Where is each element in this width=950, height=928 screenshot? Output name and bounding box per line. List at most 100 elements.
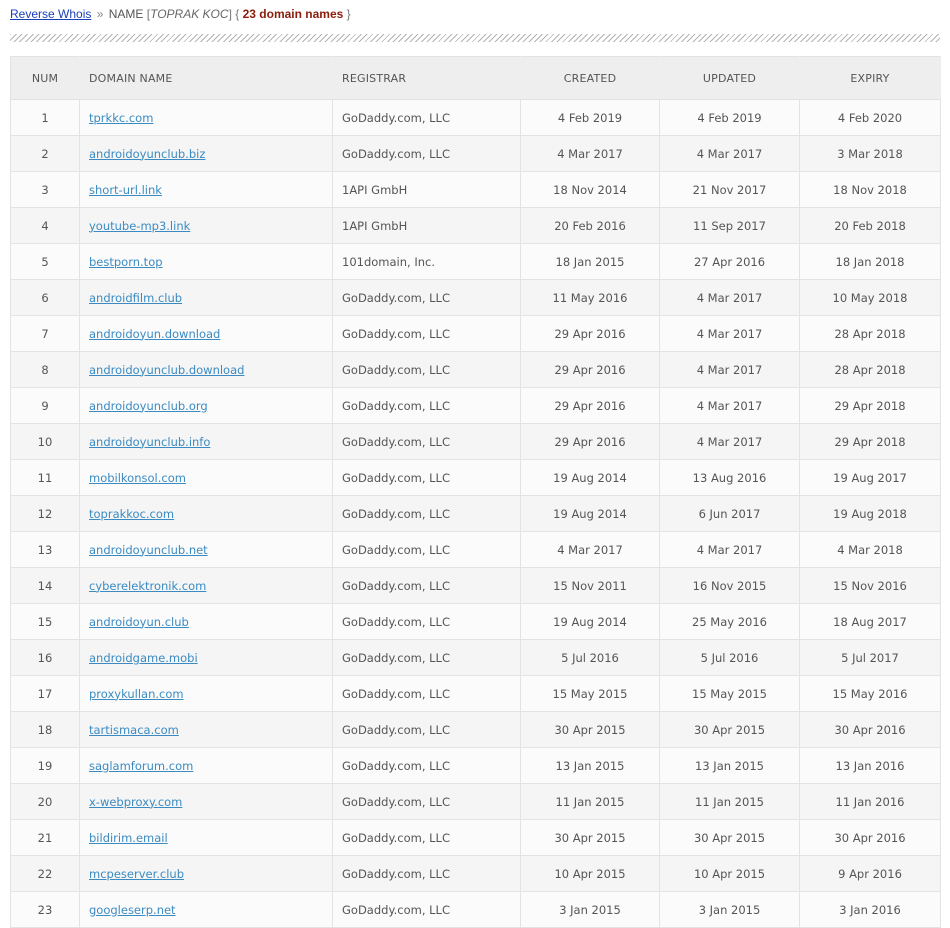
table-row: 18 tartismaca.com GoDaddy.com, LLC 30 Apr 2… <box>10 711 941 748</box>
cell-created: 29 Apr 2016 <box>520 423 660 460</box>
domain-link[interactable]: androidoyunclub.info <box>89 435 210 449</box>
table-row: 5 bestporn.top 101domain, Inc. 18 Jan 2015 2… <box>10 243 941 280</box>
domain-link[interactable]: mcpeserver.club <box>89 867 184 881</box>
cell-registrar: GoDaddy.com, LLC <box>332 855 521 892</box>
domain-link[interactable]: short-url.link <box>89 183 162 197</box>
cell-num: 6 <box>10 279 80 316</box>
cell-updated: 25 May 2016 <box>659 603 800 640</box>
name-label: NAME <box>108 7 144 21</box>
cell-num: 21 <box>10 819 80 856</box>
cell-registrar: GoDaddy.com, LLC <box>332 423 521 460</box>
domain-link[interactable]: x-webproxy.com <box>89 795 182 809</box>
cell-domain: androidoyun.club <box>79 603 333 640</box>
cell-registrar: GoDaddy.com, LLC <box>332 531 521 568</box>
domain-link[interactable]: toprakkoc.com <box>89 507 174 521</box>
table-header-row: NUM DOMAIN NAME REGISTRAR CREATED UPDATE… <box>10 56 941 100</box>
cell-domain: youtube-mp3.link <box>79 207 333 244</box>
domain-link[interactable]: androidoyunclub.net <box>89 543 208 557</box>
cell-created: 10 Apr 2015 <box>520 855 660 892</box>
table-row: 1 tprkkc.com GoDaddy.com, LLC 4 Feb 2019 4 F… <box>10 99 941 136</box>
cell-expiry: 3 Jan 2016 <box>799 891 941 928</box>
cell-num: 12 <box>10 495 80 532</box>
table-row: 16 androidgame.mobi GoDaddy.com, LLC 5 Jul … <box>10 639 941 676</box>
domain-link[interactable]: bestporn.top <box>89 255 163 269</box>
cell-updated: 30 Apr 2015 <box>659 819 800 856</box>
cell-created: 19 Aug 2014 <box>520 495 660 532</box>
cell-updated: 30 Apr 2015 <box>659 711 800 748</box>
domain-link[interactable]: tartismaca.com <box>89 723 179 737</box>
cell-updated: 4 Mar 2017 <box>659 531 800 568</box>
domain-link[interactable]: androidoyunclub.biz <box>89 147 205 161</box>
table-row: 22 mcpeserver.club GoDaddy.com, LLC 10 Apr … <box>10 855 941 892</box>
cell-created: 3 Jan 2015 <box>520 891 660 928</box>
table-row: 15 androidoyun.club GoDaddy.com, LLC 19 Aug… <box>10 603 941 640</box>
domain-link[interactable]: youtube-mp3.link <box>89 219 190 233</box>
cell-num: 5 <box>10 243 80 280</box>
cell-expiry: 4 Mar 2018 <box>799 531 941 568</box>
cell-created: 4 Feb 2019 <box>520 99 660 136</box>
table-row: 3 short-url.link 1API GmbH 18 Nov 2014 21 No… <box>10 171 941 208</box>
domain-link[interactable]: androidoyun.club <box>89 615 189 629</box>
table-row: 2 androidoyunclub.biz GoDaddy.com, LLC 4 Ma… <box>10 135 941 172</box>
cell-num: 20 <box>10 783 80 820</box>
cell-updated: 6 Jun 2017 <box>659 495 800 532</box>
cell-registrar: GoDaddy.com, LLC <box>332 747 521 784</box>
domain-link[interactable]: mobilkonsol.com <box>89 471 186 485</box>
cell-registrar: GoDaddy.com, LLC <box>332 639 521 676</box>
cell-domain: short-url.link <box>79 171 333 208</box>
cell-num: 7 <box>10 315 80 352</box>
cell-created: 11 Jan 2015 <box>520 783 660 820</box>
cell-registrar: GoDaddy.com, LLC <box>332 819 521 856</box>
cell-expiry: 19 Aug 2018 <box>799 495 941 532</box>
domain-link[interactable]: cyberelektronik.com <box>89 579 206 593</box>
cell-expiry: 19 Aug 2017 <box>799 459 941 496</box>
domain-link[interactable]: googleserp.net <box>89 903 176 917</box>
cell-updated: 5 Jul 2016 <box>659 639 800 676</box>
table-row: 17 proxykullan.com GoDaddy.com, LLC 15 May … <box>10 675 941 712</box>
table-row: 20 x-webproxy.com GoDaddy.com, LLC 11 Jan 2… <box>10 783 941 820</box>
table-row: 23 googleserp.net GoDaddy.com, LLC 3 Jan 20… <box>10 891 941 928</box>
table-row: 7 androidoyun.download GoDaddy.com, LLC 29 … <box>10 315 941 352</box>
cell-expiry: 4 Feb 2020 <box>799 99 941 136</box>
cell-expiry: 11 Jan 2016 <box>799 783 941 820</box>
table-row: 21 bildirim.email GoDaddy.com, LLC 30 Apr 2… <box>10 819 941 856</box>
domain-link[interactable]: androidoyunclub.org <box>89 399 208 413</box>
search-name-value: TOPRAK KOC <box>150 7 229 21</box>
cell-registrar: GoDaddy.com, LLC <box>332 567 521 604</box>
domain-link[interactable]: bildirim.email <box>89 831 168 845</box>
cell-expiry: 28 Apr 2018 <box>799 351 941 388</box>
domain-link[interactable]: saglamforum.com <box>89 759 193 773</box>
table-row: 4 youtube-mp3.link 1API GmbH 20 Feb 2016 11 … <box>10 207 941 244</box>
cell-expiry: 3 Mar 2018 <box>799 135 941 172</box>
breadcrumb: Reverse Whois » NAME [TOPRAK KOC] { 23 d… <box>10 7 351 21</box>
cell-domain: bestporn.top <box>79 243 333 280</box>
cell-created: 19 Aug 2014 <box>520 603 660 640</box>
cell-registrar: GoDaddy.com, LLC <box>332 711 521 748</box>
cell-domain: androidoyunclub.org <box>79 387 333 424</box>
cell-updated: 4 Mar 2017 <box>659 423 800 460</box>
cell-num: 1 <box>10 99 80 136</box>
column-header-registrar: REGISTRAR <box>332 56 521 100</box>
cell-updated: 16 Nov 2015 <box>659 567 800 604</box>
cell-num: 3 <box>10 171 80 208</box>
cell-updated: 11 Jan 2015 <box>659 783 800 820</box>
cell-expiry: 18 Jan 2018 <box>799 243 941 280</box>
cell-expiry: 15 May 2016 <box>799 675 941 712</box>
domain-link[interactable]: androidoyun.download <box>89 327 220 341</box>
cell-domain: androidfilm.club <box>79 279 333 316</box>
reverse-whois-link[interactable]: Reverse Whois <box>10 7 91 21</box>
cell-num: 15 <box>10 603 80 640</box>
cell-created: 15 May 2015 <box>520 675 660 712</box>
cell-updated: 4 Mar 2017 <box>659 387 800 424</box>
cell-registrar: GoDaddy.com, LLC <box>332 891 521 928</box>
cell-registrar: GoDaddy.com, LLC <box>332 387 521 424</box>
domain-link[interactable]: androidoyunclub.download <box>89 363 244 377</box>
domain-link[interactable]: androidfilm.club <box>89 291 182 305</box>
cell-registrar: GoDaddy.com, LLC <box>332 783 521 820</box>
cell-created: 13 Jan 2015 <box>520 747 660 784</box>
domain-link[interactable]: androidgame.mobi <box>89 651 198 665</box>
domain-link[interactable]: proxykullan.com <box>89 687 184 701</box>
cell-updated: 4 Feb 2019 <box>659 99 800 136</box>
domain-link[interactable]: tprkkc.com <box>89 111 153 125</box>
cell-created: 15 Nov 2011 <box>520 567 660 604</box>
